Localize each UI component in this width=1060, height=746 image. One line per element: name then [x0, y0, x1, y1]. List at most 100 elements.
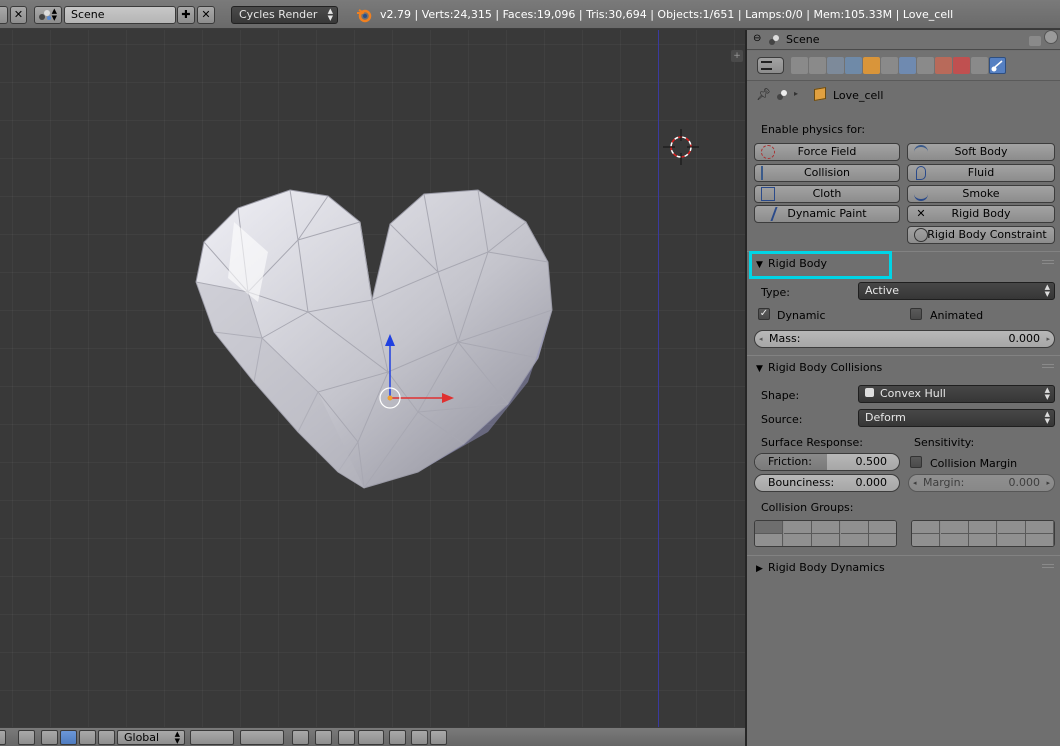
world-tab-icon[interactable] — [845, 57, 862, 74]
collision-group-cell[interactable] — [969, 534, 998, 546]
delete-scene-button[interactable]: ✕ — [197, 6, 215, 24]
collision-group-cell[interactable] — [969, 521, 998, 534]
rigid-body-remove-button[interactable]: ✕ Rigid Body — [907, 205, 1055, 223]
texture-tab-icon[interactable] — [953, 57, 970, 74]
fluid-button[interactable]: Fluid — [907, 164, 1055, 182]
constraints-tab-icon[interactable] — [881, 57, 898, 74]
manipulator-toggle-icon[interactable] — [41, 730, 58, 745]
3d-cursor-icon[interactable] — [661, 127, 701, 167]
collision-group-cell[interactable] — [755, 534, 783, 546]
collision-group-cell[interactable] — [869, 521, 896, 534]
force-field-button[interactable]: Force Field — [754, 143, 900, 161]
transform-orientation-select[interactable]: Global ▲ ▼ — [117, 730, 185, 745]
source-label: Source: — [761, 413, 803, 426]
rigid-body-collisions-panel-header[interactable]: ▼ Rigid Body Collisions — [747, 355, 1060, 379]
area-split-widget[interactable]: + — [731, 50, 743, 62]
opengl-render-icon[interactable] — [389, 730, 406, 745]
collision-groups-2[interactable] — [911, 520, 1055, 547]
snap-toggle-icon[interactable] — [338, 730, 355, 745]
snap-element-select[interactable] — [358, 730, 384, 745]
pin-icon[interactable]: 📌︎ — [756, 87, 771, 101]
scene-browse-button[interactable]: ▲ ▼ — [34, 6, 62, 24]
scene-name-field[interactable]: Scene — [64, 6, 176, 24]
collision-group-cell[interactable] — [940, 534, 969, 546]
collision-group-cell[interactable] — [912, 534, 940, 546]
scene-stats: v2.79 | Verts:24,315 | Faces:19,096 | Tr… — [380, 8, 954, 21]
proportional-edit-icon[interactable] — [315, 730, 332, 745]
cloth-button[interactable]: Cloth — [754, 185, 900, 203]
breadcrumb-arrow-icon: ▸ — [794, 89, 799, 98]
rotate-manipulator-icon[interactable] — [79, 730, 96, 745]
shape-select[interactable]: Convex Hull ▲ ▼ — [858, 385, 1055, 403]
mass-field[interactable]: ◂ Mass: 0.000 ▸ — [754, 330, 1055, 348]
dynamic-checkbox[interactable]: ✓ — [758, 308, 770, 320]
animated-checkbox[interactable] — [910, 308, 922, 320]
collision-group-cell[interactable] — [783, 521, 812, 534]
collision-group-cell[interactable] — [812, 521, 841, 534]
collision-group-cell[interactable] — [755, 521, 783, 534]
translate-manipulator-icon[interactable] — [60, 730, 77, 745]
panel-grip-icon[interactable] — [1042, 564, 1054, 570]
render-animation-icon[interactable] — [430, 730, 447, 745]
decrement-arrow-icon[interactable]: ◂ — [759, 331, 763, 347]
smoke-button[interactable]: Smoke — [907, 185, 1055, 203]
close-screen-button[interactable]: ✕ — [10, 6, 27, 24]
collision-group-cell[interactable] — [783, 534, 812, 546]
add-scene-button[interactable]: ✚ — [177, 6, 195, 24]
scene-icon — [777, 90, 787, 100]
rigid-body-dynamics-panel-header[interactable]: ▶ Rigid Body Dynamics — [747, 555, 1060, 579]
object-tab-icon[interactable] — [863, 57, 880, 74]
outliner-strip: ⊖ Scene — [747, 30, 1060, 50]
editor-type-arrows[interactable] — [0, 6, 8, 24]
collision-group-cell[interactable] — [997, 521, 1026, 534]
soft-body-button[interactable]: Soft Body — [907, 143, 1055, 161]
collision-button[interactable]: Collision — [754, 164, 900, 182]
collision-group-cell[interactable] — [840, 521, 869, 534]
smoke-icon — [914, 187, 928, 201]
3d-viewport[interactable]: + — [0, 30, 745, 727]
render-engine-select[interactable]: Cycles Render ▲ ▼ — [231, 6, 338, 24]
rb-type-select[interactable]: Active ▲ ▼ — [858, 282, 1055, 300]
source-select[interactable]: Deform ▲ ▼ — [858, 409, 1055, 427]
material-tab-icon[interactable] — [935, 57, 952, 74]
collision-group-cell[interactable] — [869, 534, 896, 546]
soft-body-icon — [914, 145, 928, 159]
editor-type-arrows[interactable] — [0, 730, 6, 745]
collision-group-cell[interactable] — [940, 521, 969, 534]
collision-groups-1[interactable] — [754, 520, 897, 547]
increment-arrow-icon[interactable]: ▸ — [1046, 331, 1050, 347]
friction-slider[interactable]: Friction: 0.500 — [754, 453, 900, 471]
render-tab-icon[interactable] — [791, 57, 808, 74]
object-data-tab-icon[interactable] — [917, 57, 934, 74]
expand-icon[interactable]: ⊖ — [753, 33, 761, 44]
scale-manipulator-icon[interactable] — [98, 730, 115, 745]
render-layers-tab-icon[interactable] — [809, 57, 826, 74]
lock-camera-icon[interactable] — [292, 730, 309, 745]
editor-type-select[interactable] — [757, 57, 784, 74]
dynamic-paint-button[interactable]: Dynamic Paint — [754, 205, 900, 223]
collision-group-cell[interactable] — [812, 534, 841, 546]
modifiers-tab-icon[interactable] — [899, 57, 916, 74]
collision-group-cell[interactable] — [1026, 521, 1054, 534]
particles-tab-icon[interactable] — [971, 57, 988, 74]
collision-group-cell[interactable] — [912, 521, 940, 534]
collision-margin-checkbox[interactable] — [910, 456, 922, 468]
panel-grip-icon[interactable] — [1042, 260, 1054, 266]
pivot-point-icon[interactable] — [18, 730, 35, 745]
physics-tab-icon[interactable] — [989, 57, 1006, 74]
collision-group-cell[interactable] — [1026, 534, 1054, 546]
render-still-icon[interactable] — [411, 730, 428, 745]
scroll-indicator[interactable] — [1044, 30, 1058, 44]
scene-layers-1[interactable] — [190, 730, 234, 745]
collision-group-cell[interactable] — [840, 534, 869, 546]
scene-layers-2[interactable] — [240, 730, 284, 745]
outliner-scene-label[interactable]: Scene — [786, 33, 820, 46]
collision-group-cell[interactable] — [997, 534, 1026, 546]
scene-tab-icon[interactable] — [827, 57, 844, 74]
rigid-body-panel-header[interactable]: ▼ Rigid Body — [747, 251, 1060, 275]
bounciness-slider[interactable]: Bounciness: 0.000 — [754, 474, 900, 492]
rigid-body-constraint-button[interactable]: Rigid Body Constraint — [907, 226, 1055, 244]
panel-grip-icon[interactable] — [1042, 364, 1054, 370]
transform-manipulator[interactable] — [372, 330, 462, 420]
orientation-label: Global — [124, 731, 160, 744]
